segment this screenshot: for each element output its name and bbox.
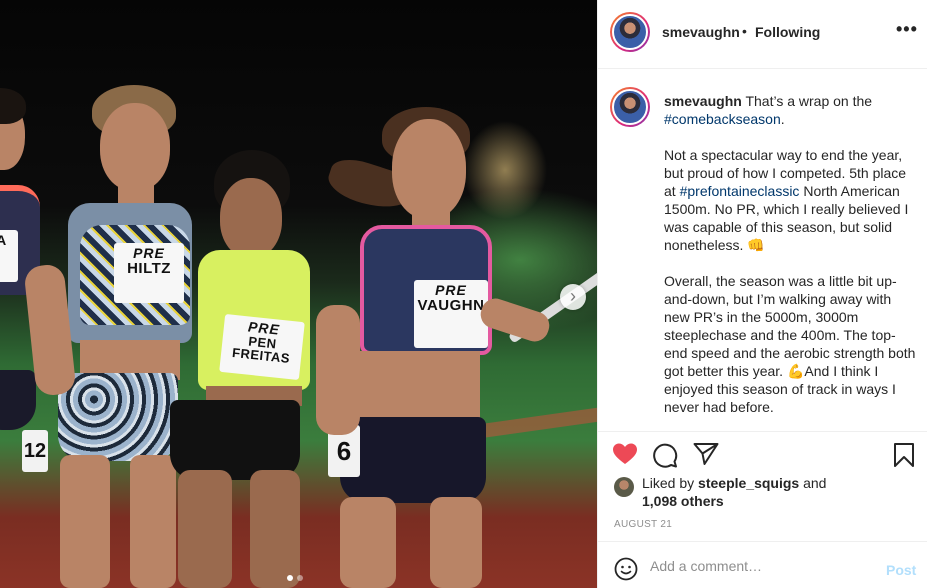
caption-line1: That’s a wrap on the: [745, 93, 873, 109]
runner-vaughn: PRE VAUGHN 6: [316, 105, 560, 588]
caption-avatar[interactable]: [610, 87, 650, 127]
bib-vaughn: PRE VAUGHN: [414, 280, 488, 348]
hashtag-comebackseason[interactable]: #comebackseason: [664, 111, 781, 127]
post-side-panel: smevaughn • Following ••• smevaughn That…: [597, 0, 927, 588]
comment-icon[interactable]: [652, 442, 678, 468]
action-bar: [598, 431, 927, 477]
following-button[interactable]: Following: [755, 24, 820, 40]
likes-others-link[interactable]: 1,098 others: [642, 493, 724, 509]
carousel-indicator: [287, 575, 303, 581]
likes-prefix: Liked by: [642, 475, 695, 491]
comment-bar: Post: [598, 541, 927, 588]
caption-text: smevaughn That’s a wrap on the #comeback…: [664, 92, 918, 431]
post-photo[interactable]: PA 12 PRE HILTZ PRE PEN FREITAS: [0, 0, 597, 588]
carousel-next-button[interactable]: ›: [560, 284, 586, 310]
carousel-dot-active: [287, 575, 293, 581]
hashtag-prefontaineclassic[interactable]: #prefontaineclassic: [680, 183, 800, 199]
post-comment-button[interactable]: Post: [886, 562, 916, 578]
likes-and: and: [803, 475, 827, 491]
runner-pen-freitas: PRE PEN FREITAS: [170, 150, 330, 588]
liker-username[interactable]: steeple_squigs: [698, 475, 799, 491]
caption-period: .: [780, 111, 785, 127]
carousel-dot: [297, 575, 303, 581]
post-date[interactable]: AUGUST 21: [614, 519, 672, 530]
share-icon[interactable]: [693, 442, 719, 466]
comment-input[interactable]: [650, 554, 870, 578]
caption-paragraph-3: Overall, the season was a little bit up-…: [664, 273, 916, 415]
caption-section: smevaughn That’s a wrap on the #comeback…: [598, 69, 927, 431]
heart-icon[interactable]: [612, 442, 638, 466]
liker-avatar[interactable]: [614, 477, 634, 497]
header-separator: •: [742, 23, 747, 39]
post-header: smevaughn • Following •••: [598, 0, 927, 69]
header-username[interactable]: smevaughn: [662, 24, 740, 40]
bib-pen-freitas: PRE PEN FREITAS: [219, 313, 305, 381]
caption-username[interactable]: smevaughn: [664, 93, 742, 109]
bookmark-icon[interactable]: [893, 442, 915, 468]
emoji-icon[interactable]: [614, 557, 638, 581]
avatar[interactable]: [610, 12, 650, 52]
more-options-icon[interactable]: •••: [896, 19, 918, 40]
